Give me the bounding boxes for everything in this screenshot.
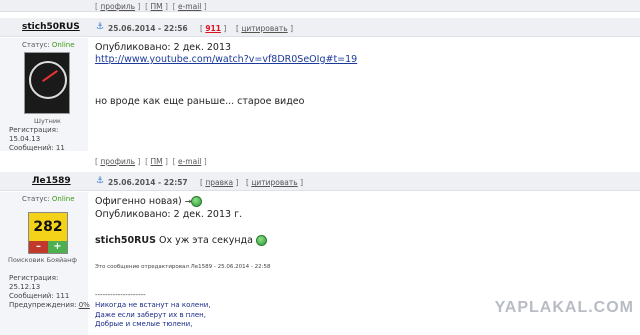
post1-reg: Регистрация: 15.04.13 Сообщений: 11 xyxy=(9,126,65,152)
post2-quote-btn[interactable]: [ цитировать ] xyxy=(246,178,303,187)
post1-nick[interactable]: stich50RUS xyxy=(22,22,80,32)
post2-rank: Поисковик Бояйанф xyxy=(8,256,77,264)
youtube-link[interactable]: http://www.youtube.com/watch?v=vf8DR0SeO… xyxy=(95,54,357,66)
site-watermark: YAPLAKAL.COM xyxy=(494,299,634,316)
smiley-icon xyxy=(255,235,267,246)
rating-box: 282 – + xyxy=(28,212,68,254)
post2-line1: Офигенно новая) → xyxy=(95,196,203,208)
profile-link[interactable]: профиль xyxy=(100,2,135,11)
post1-count-btn[interactable]: [ 911 ] xyxy=(200,24,226,33)
pm-link[interactable]: ПМ xyxy=(150,157,162,166)
anchor-icon[interactable]: ⚓ xyxy=(96,22,104,32)
email-link[interactable]: e-mail xyxy=(178,157,201,166)
edit-note: Это сообщение отредактировал Ле1589 - 25… xyxy=(95,264,271,270)
rating-minus-button[interactable]: – xyxy=(29,241,48,253)
post2-date: 25.06.2014 - 22:57 xyxy=(108,178,188,187)
smiley-icon xyxy=(191,196,203,207)
post1-quote-btn[interactable]: [ цитировать ] xyxy=(236,24,293,33)
post2-reg: Регистрация: 25.12.13 Сообщений: 111 Предуп… xyxy=(9,274,90,309)
post1-line2: но вроде как еще раньше... старое видео xyxy=(95,96,305,107)
anchor-icon[interactable]: ⚓ xyxy=(96,176,104,186)
post0-links: [ профиль ] [ ПМ ] [ e-mail ] xyxy=(95,2,207,11)
profile-link[interactable]: профиль xyxy=(100,157,135,166)
post2-edit-btn[interactable]: [ правка ] xyxy=(200,178,238,187)
pm-link[interactable]: ПМ xyxy=(150,2,162,11)
post1-line1: Опубликовано: 2 дек. 2013 xyxy=(95,42,232,53)
post1-status: Статус: Online xyxy=(22,41,75,49)
post2-line2: Опубликовано: 2 дек. 2013 г. xyxy=(95,209,243,220)
post1-rank: Шутник xyxy=(34,117,61,125)
signature-verse: Никогда не встанут на колени, Даже если з… xyxy=(95,301,211,328)
post2-nick[interactable]: Ле1589 xyxy=(32,176,71,186)
email-link[interactable]: e-mail xyxy=(178,2,201,11)
arrow-icon: → xyxy=(184,197,192,206)
post1-links: [ профиль ] [ ПМ ] [ e-mail ] xyxy=(95,157,207,166)
rating-value: 282 xyxy=(29,213,67,241)
signature-separator: -------------------- xyxy=(95,291,146,299)
post1-date: 25.06.2014 - 22:56 xyxy=(108,24,188,33)
post2-quote-line: stich50RUS Ох уж эта секунда xyxy=(95,235,267,247)
rating-plus-button[interactable]: + xyxy=(48,241,67,253)
post2-status: Статус: Online xyxy=(22,195,75,203)
post1-avatar[interactable] xyxy=(24,52,70,114)
